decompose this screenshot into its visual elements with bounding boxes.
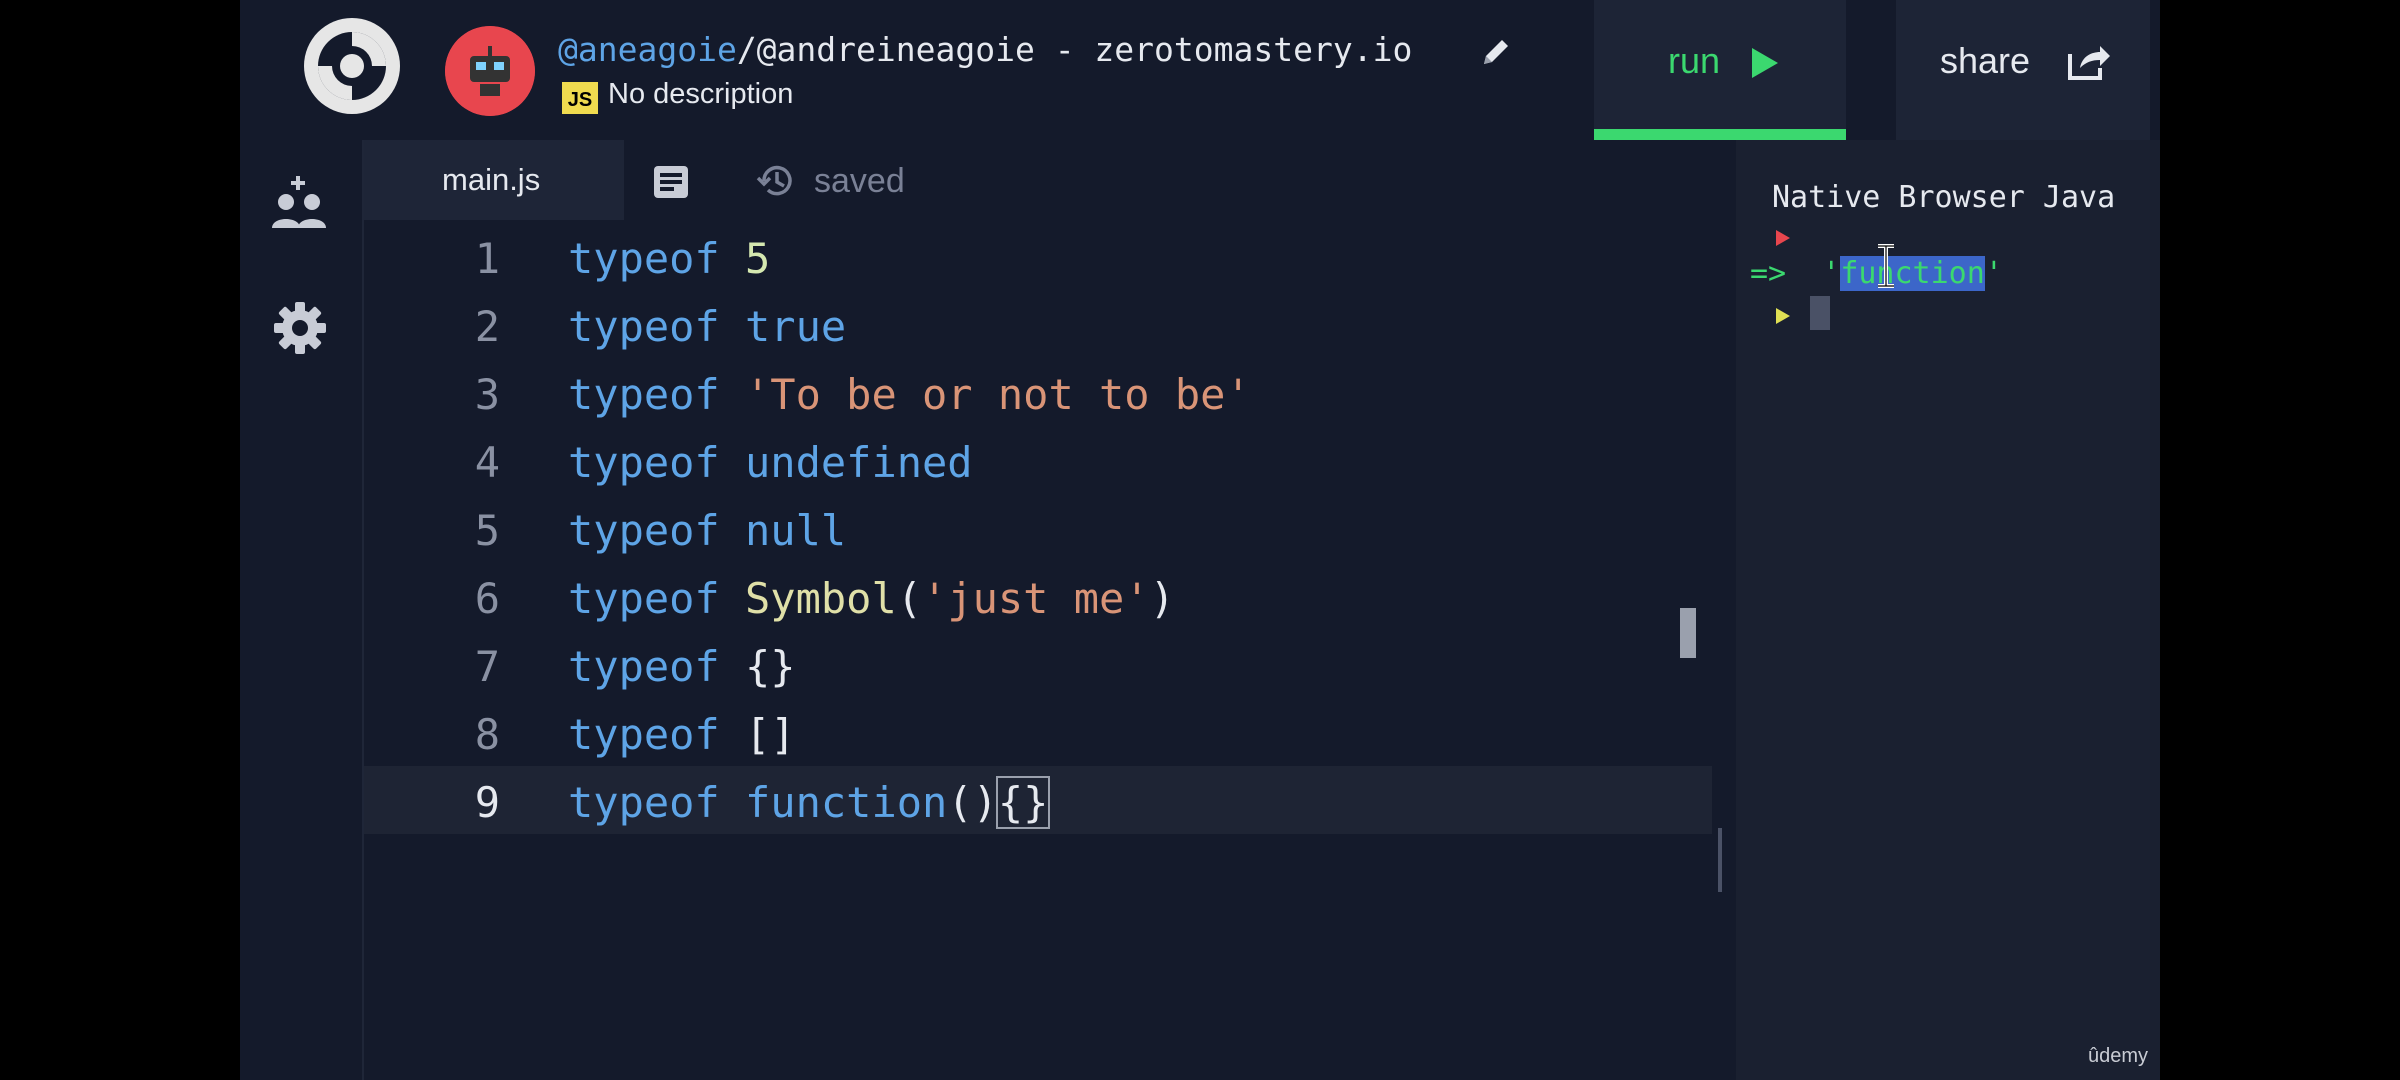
share-icon <box>2068 46 2110 80</box>
line-number: 5 <box>474 506 500 555</box>
console-pane[interactable]: Native Browser Java => 'function' ûdemy <box>1736 140 2160 1080</box>
share-button[interactable]: share <box>1896 0 2150 140</box>
run-label: run <box>1668 40 1721 81</box>
files-icon[interactable] <box>652 164 690 200</box>
code-text[interactable]: typeof undefined <box>568 438 973 487</box>
console-prompt-icon <box>1776 230 1790 246</box>
line-number: 9 <box>474 778 500 827</box>
code-text[interactable]: typeof 'To be or not to be' <box>568 370 1251 419</box>
result-open-quote: ' <box>1822 256 1841 291</box>
udemy-watermark: ûdemy <box>2087 1045 2148 1067</box>
code-token: {} <box>719 642 796 691</box>
code-line[interactable]: 2 typeof true <box>364 290 1712 358</box>
editor-scrollbar[interactable] <box>1680 608 1696 658</box>
console-input-cursor[interactable] <box>1810 296 1830 330</box>
code-token: function <box>745 778 948 827</box>
code-line[interactable]: 5 typeof null <box>364 494 1712 562</box>
history-icon <box>756 165 792 196</box>
code-token: ( <box>896 574 923 623</box>
code-token: () <box>947 778 998 827</box>
invite-users-icon[interactable] <box>270 174 330 234</box>
code-token: true <box>745 302 847 351</box>
code-token: typeof <box>568 506 720 555</box>
repl-title[interactable]: @aneagoie/@andreineagoie - zerotomastery… <box>558 30 1412 69</box>
code-lines[interactable]: 1 typeof 5 2 typeof true 3 typeof 'To be or n… <box>364 222 1712 834</box>
language-badge: JS <box>562 82 598 114</box>
console-title: Native Browser Java <box>1772 180 2116 215</box>
run-underline <box>1594 129 1846 140</box>
code-line[interactable]: 7 typeof {} <box>364 630 1712 698</box>
line-number: 8 <box>474 710 500 759</box>
line-number: 2 <box>474 302 500 351</box>
repl-description[interactable]: No description <box>608 78 793 111</box>
replit-logo-icon[interactable] <box>302 16 402 116</box>
editor-tab-bar: main.js saved <box>364 140 1712 220</box>
code-token: {} <box>995 776 1051 829</box>
left-sidebar <box>240 140 364 1080</box>
repl-name[interactable]: /@andreineagoie - zerotomastery.io <box>737 30 1413 69</box>
code-editor[interactable]: main.js saved 1 typeof 5 2 typeof true 3 type… <box>364 140 1712 1080</box>
code-token: [] <box>719 710 796 759</box>
code-text[interactable]: typeof true <box>568 302 846 351</box>
code-text[interactable]: typeof 5 <box>568 234 770 283</box>
code-token: 'just me' <box>922 574 1150 623</box>
result-arrow: => <box>1750 256 1787 291</box>
code-token: typeof <box>568 234 720 283</box>
text-cursor-icon <box>1878 244 1894 288</box>
line-number: 7 <box>474 642 500 691</box>
code-text[interactable]: typeof {} <box>568 642 796 691</box>
code-token: undefined <box>745 438 973 487</box>
code-token: Symbol <box>745 574 897 623</box>
tab-label: main.js <box>442 162 541 197</box>
code-token: typeof <box>568 302 720 351</box>
repl-username[interactable]: @aneagoie <box>558 30 737 69</box>
code-line[interactable]: 3 typeof 'To be or not to be' <box>364 358 1712 426</box>
code-line[interactable]: 1 typeof 5 <box>364 222 1712 290</box>
run-button[interactable]: run <box>1594 0 1846 140</box>
pane-resize-handle[interactable] <box>1718 828 1722 892</box>
avatar-icon[interactable] <box>445 26 535 116</box>
code-token: typeof <box>568 778 720 827</box>
code-line[interactable]: 9 typeof function(){} <box>364 766 1712 834</box>
code-token: typeof <box>568 574 720 623</box>
code-token: 'To be or not to be' <box>745 370 1251 419</box>
share-label: share <box>1940 40 2031 81</box>
code-line[interactable]: 4 typeof undefined <box>364 426 1712 494</box>
gear-icon[interactable] <box>270 298 330 358</box>
pencil-icon[interactable] <box>1478 34 1514 70</box>
code-line[interactable]: 6 typeof Symbol('just me') <box>364 562 1712 630</box>
selected-result-text[interactable]: function <box>1840 256 1985 291</box>
code-token: ) <box>1149 574 1175 623</box>
code-token: null <box>745 506 847 555</box>
play-icon <box>1752 48 1778 78</box>
code-line[interactable]: 8 typeof [] <box>364 698 1712 766</box>
repl-app: @aneagoie/@andreineagoie - zerotomastery… <box>240 0 2160 1080</box>
line-number: 3 <box>474 370 500 419</box>
code-text[interactable]: typeof [] <box>568 710 796 759</box>
code-text[interactable]: typeof Symbol('just me') <box>568 574 1175 623</box>
code-token: typeof <box>568 710 720 759</box>
line-number: 4 <box>474 438 500 487</box>
console-input-prompt-icon <box>1776 308 1790 324</box>
code-token: typeof <box>568 642 720 691</box>
code-text[interactable]: typeof null <box>568 506 846 555</box>
code-text[interactable]: typeof function(){} <box>568 776 1051 829</box>
line-number: 6 <box>474 574 500 623</box>
code-token: typeof <box>568 370 720 419</box>
code-token: typeof <box>568 438 720 487</box>
top-bar: @aneagoie/@andreineagoie - zerotomastery… <box>240 0 2160 140</box>
result-close-quote: ' <box>1984 256 2003 291</box>
code-token: 5 <box>745 234 771 283</box>
tab-main-js[interactable]: main.js <box>364 140 624 220</box>
save-status: saved <box>814 162 905 200</box>
line-number: 1 <box>474 234 500 283</box>
